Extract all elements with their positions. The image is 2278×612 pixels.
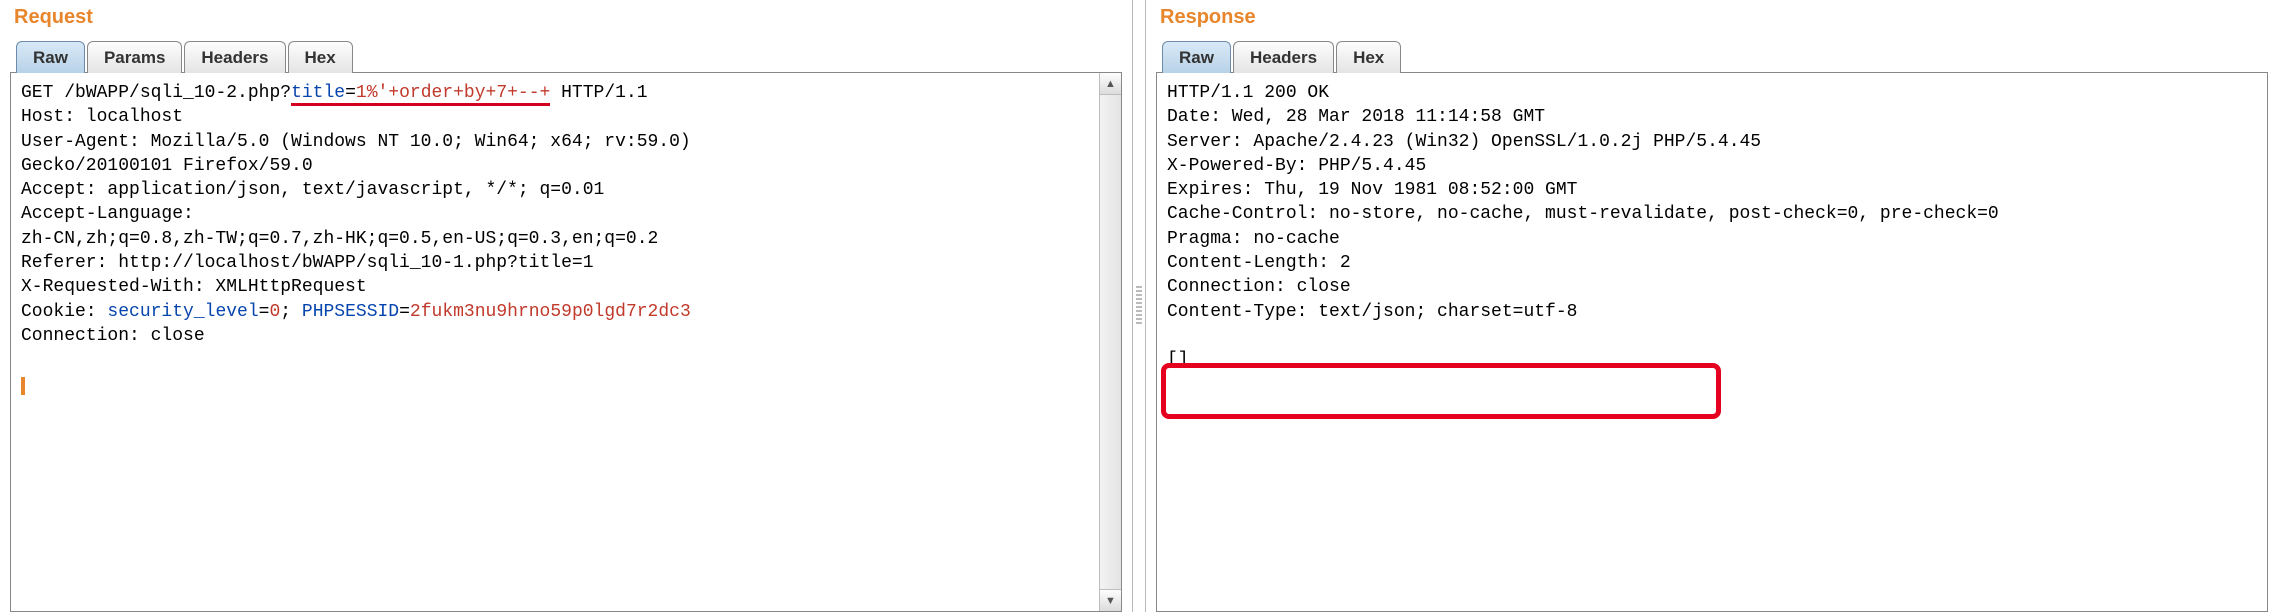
req-cookie-e2: = <box>399 302 410 322</box>
req-cookie-k2: PHPSESSID <box>302 302 399 322</box>
response-panel: Response Raw Headers Hex HTTP/1.1 200 OK… <box>1146 0 2278 612</box>
req-cookie-k1: security_level <box>107 302 258 322</box>
response-tabs: Raw Headers Hex <box>1156 41 2268 73</box>
req-path-prefix: /bWAPP/sqli_10-2.php? <box>64 83 291 103</box>
text-cursor <box>21 377 25 395</box>
split-divider[interactable] <box>1132 0 1146 612</box>
req-param-key: title <box>291 83 345 106</box>
tab-raw[interactable]: Raw <box>16 41 85 73</box>
req-param-eq: = <box>345 83 356 106</box>
request-raw-editor[interactable]: GET /bWAPP/sqli_10-2.php?title=1%'+order… <box>11 73 1099 611</box>
scroll-up-icon[interactable]: ▲ <box>1100 73 1121 95</box>
scroll-down-icon[interactable]: ▼ <box>1100 589 1121 611</box>
req-method: GET <box>21 83 53 103</box>
req-line-last: Connection: close <box>21 326 205 346</box>
req-param-val: 1%'+order+by+7+--+ <box>356 83 550 106</box>
response-raw-viewer[interactable]: HTTP/1.1 200 OK Date: Wed, 28 Mar 2018 1… <box>1157 73 2267 611</box>
tab-hex-response[interactable]: Hex <box>1336 41 1401 73</box>
response-content: HTTP/1.1 200 OK Date: Wed, 28 Mar 2018 1… <box>1156 72 2268 612</box>
tab-hex[interactable]: Hex <box>288 41 353 73</box>
request-content: GET /bWAPP/sqli_10-2.php?title=1%'+order… <box>10 72 1122 612</box>
response-title: Response <box>1156 6 2268 29</box>
req-cookie-e1: = <box>259 302 270 322</box>
tab-raw-response[interactable]: Raw <box>1162 41 1231 73</box>
req-cookie-prefix: Cookie: <box>21 302 107 322</box>
req-cookie-v1: 0 <box>269 302 280 322</box>
req-lines-rest: Host: localhost User-Agent: Mozilla/5.0 … <box>21 107 691 297</box>
resp-body: [] <box>1167 350 1189 370</box>
tab-params[interactable]: Params <box>87 41 182 73</box>
tab-headers[interactable]: Headers <box>184 41 285 73</box>
req-cookie-sep: ; <box>280 302 302 322</box>
resp-headers: HTTP/1.1 200 OK Date: Wed, 28 Mar 2018 1… <box>1167 83 1999 322</box>
request-title: Request <box>10 6 1122 29</box>
req-cookie-v2: 2fukm3nu9hrno59p0lgd7r2dc3 <box>410 302 691 322</box>
request-tabs: Raw Params Headers Hex <box>10 41 1122 73</box>
tab-headers-response[interactable]: Headers <box>1233 41 1334 73</box>
request-panel: Request Raw Params Headers Hex GET /bWAP… <box>0 0 1132 612</box>
req-http-version: HTTP/1.1 <box>550 83 647 103</box>
request-scrollbar[interactable]: ▲ ▼ <box>1099 73 1121 611</box>
